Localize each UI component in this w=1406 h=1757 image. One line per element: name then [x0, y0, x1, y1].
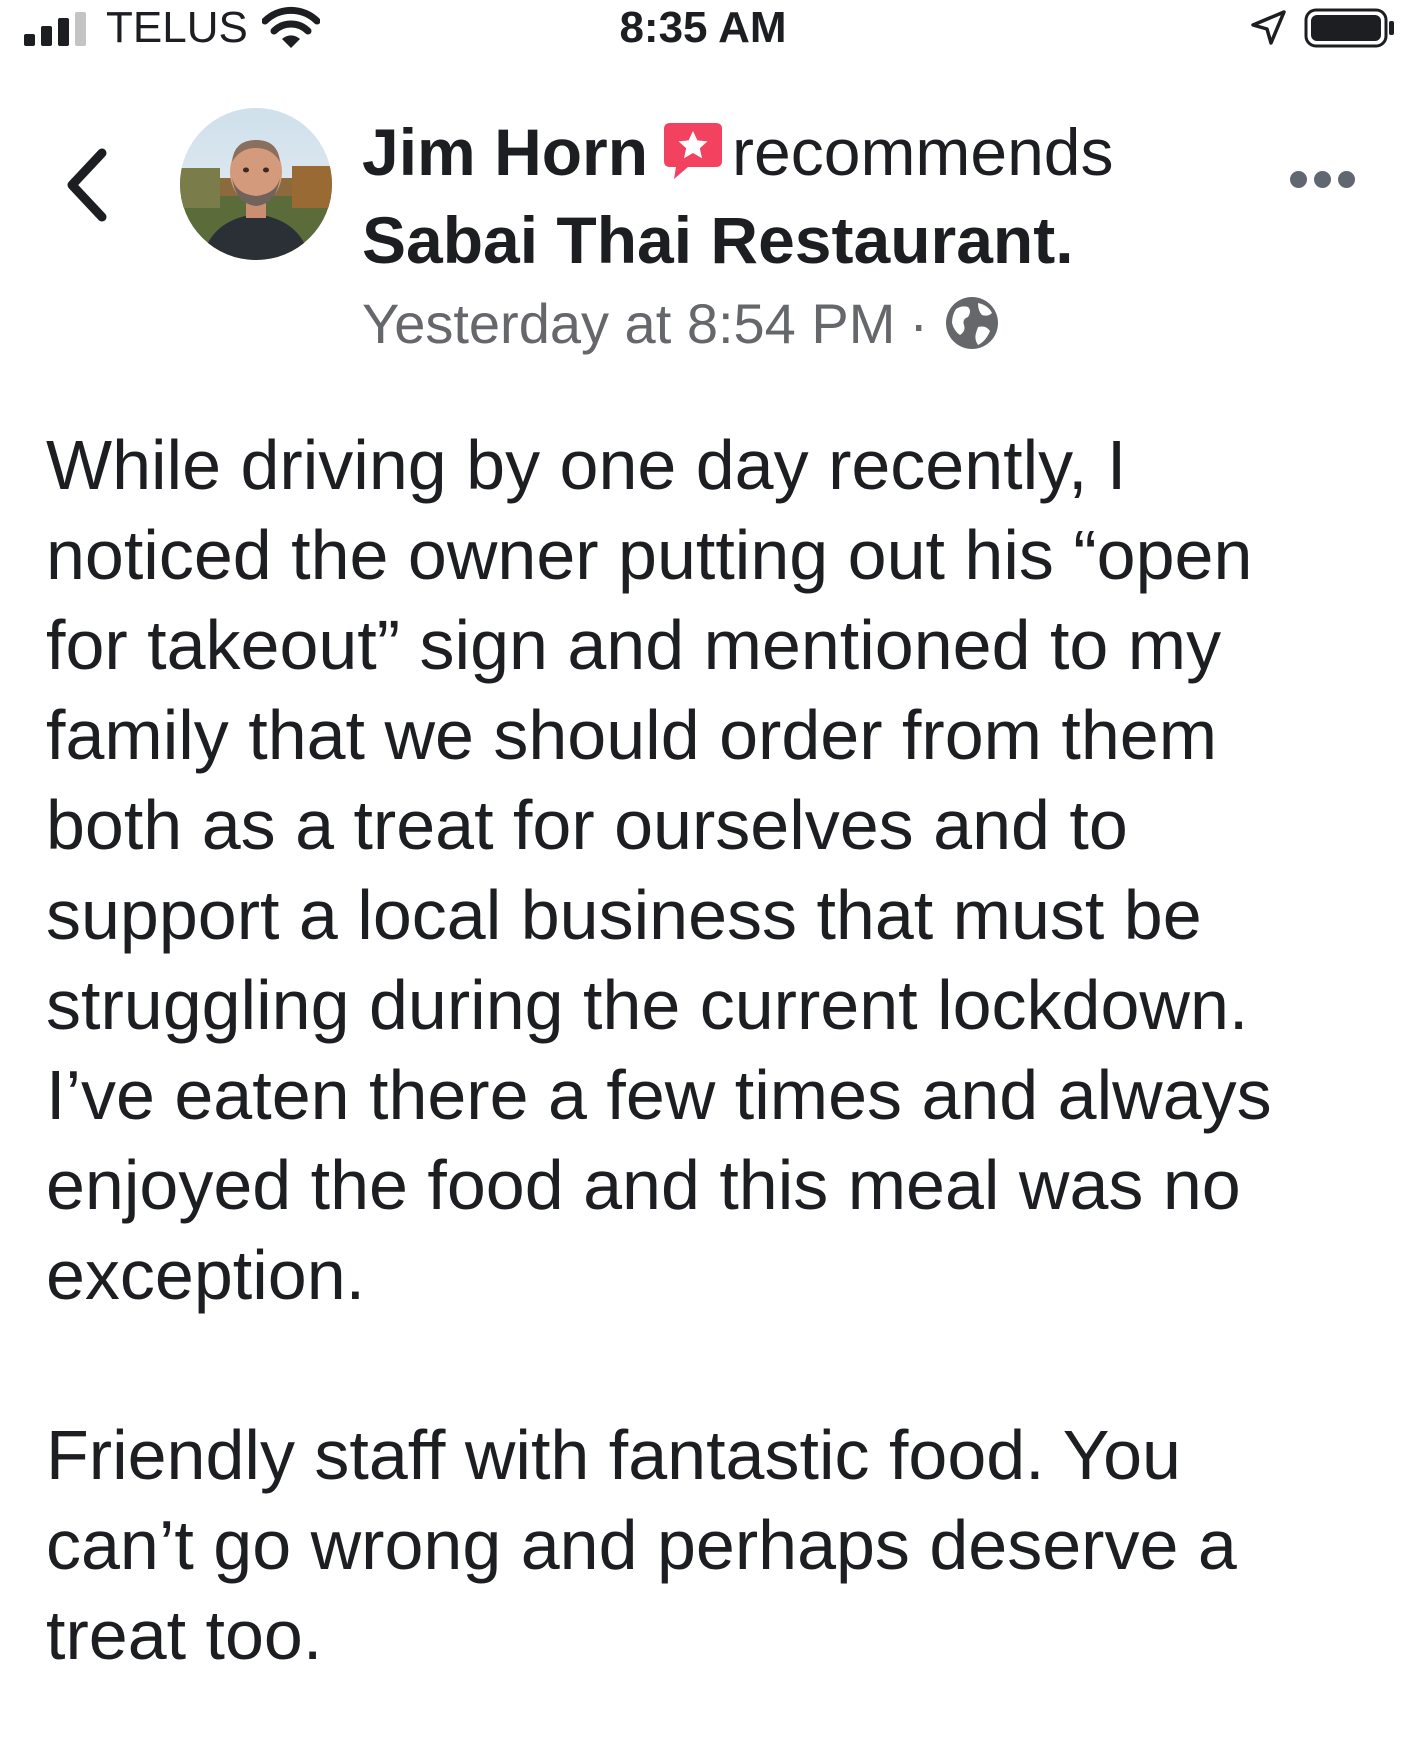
status-bar: TELUS 8:35 AM: [0, 0, 1406, 60]
author-name[interactable]: Jim Horn: [362, 115, 648, 189]
recommendation-star-badge-icon: [664, 123, 723, 179]
body-line: treat too.: [46, 1596, 323, 1674]
post-timestamp[interactable]: Yesterday at 8:54 PM: [362, 292, 895, 355]
body-line: family that we should order from them: [46, 696, 1218, 774]
avatar[interactable]: [180, 108, 332, 260]
more-options-icon[interactable]: [1290, 168, 1356, 192]
body-line: Friendly staff with fantastic food. You: [46, 1416, 1181, 1494]
body-line: both as a treat for ourselves and to: [46, 786, 1128, 864]
post-headline: Jim Horn recommends Sabai Thai Restaurant…: [362, 108, 1242, 284]
body-line: struggling during the current lockdown.: [46, 966, 1249, 1044]
body-line: While driving by one day recently, I: [46, 426, 1127, 504]
body-line: support a local business that must be: [46, 876, 1202, 954]
status-time: 8:35 AM: [619, 3, 787, 52]
battery-icon: [1304, 8, 1394, 48]
paragraph-break: [46, 1320, 1386, 1410]
body-line: I’ve eaten there a few times and always: [46, 1056, 1272, 1134]
back-chevron-icon[interactable]: [62, 145, 112, 225]
body-line: can’t go wrong and perhaps deserve a: [46, 1506, 1237, 1584]
post-meta: Yesterday at 8:54 PM ·: [362, 286, 1242, 362]
avatar-photo: [180, 108, 332, 260]
page-name[interactable]: Sabai Thai Restaurant.: [362, 203, 1074, 277]
body-line: exception.: [46, 1236, 366, 1314]
globe-icon[interactable]: [942, 293, 1002, 353]
post-body: While driving by one day recently, I not…: [46, 420, 1386, 1680]
location-arrow-icon: [1251, 10, 1286, 45]
body-line: enjoyed the food and this meal was no: [46, 1146, 1241, 1224]
action-text: recommends: [732, 115, 1114, 189]
body-line: noticed the owner putting out his “open: [46, 516, 1253, 594]
post-header: Jim Horn recommends Sabai Thai Restaurant…: [362, 108, 1242, 362]
meta-separator: ·: [909, 292, 929, 355]
body-line: for takeout” sign and mentioned to my: [46, 606, 1222, 684]
